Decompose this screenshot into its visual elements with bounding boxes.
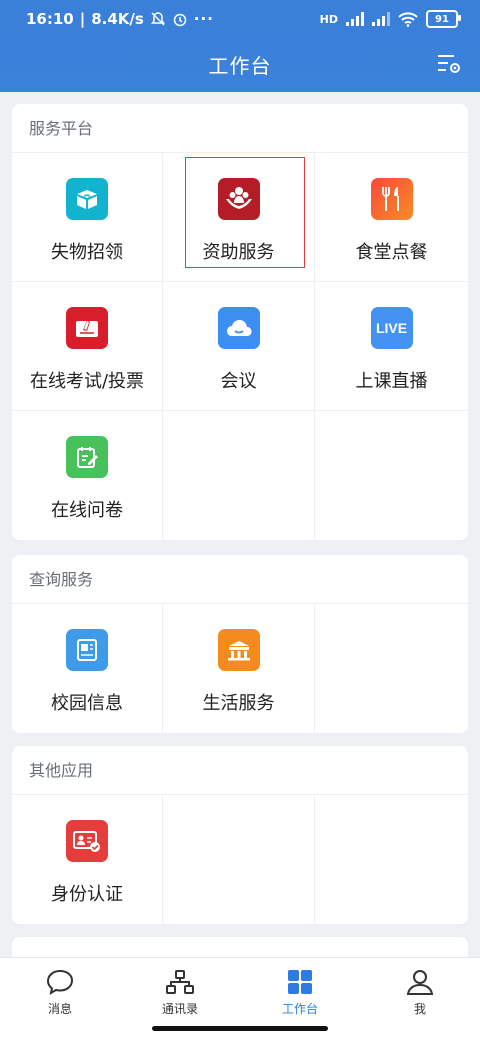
exam-vote-icon xyxy=(66,307,108,349)
page-title: 工作台 xyxy=(208,54,272,78)
network-speed: 8.4K/s xyxy=(91,10,144,28)
hd-indicator: HD xyxy=(319,12,338,26)
workbench-icon xyxy=(288,970,312,994)
exam-vote-item[interactable]: 在线考试/投票 xyxy=(12,282,163,411)
signal-2-icon xyxy=(372,12,390,26)
canteen-order-icon xyxy=(370,178,413,220)
id-verify-icon xyxy=(66,820,108,862)
questionnaire-icon xyxy=(66,436,108,478)
wifi-icon xyxy=(398,11,418,27)
item-label: 失物招领 xyxy=(51,242,123,263)
query-service-section: 查询服务 校园信息 生活服务 xyxy=(12,555,468,733)
more-dots-icon: ··· xyxy=(193,10,214,28)
settings-button[interactable] xyxy=(436,52,462,76)
section-title: 查询服务 xyxy=(12,555,468,604)
empty-cell xyxy=(315,795,468,924)
campus-info-item[interactable]: 校园信息 xyxy=(12,604,163,733)
empty-cell xyxy=(163,795,315,924)
campus-info-icon xyxy=(66,629,108,671)
contacts-icon xyxy=(166,970,194,994)
aid-service-item[interactable]: 资助服务 xyxy=(163,153,315,282)
item-label: 在线考试/投票 xyxy=(29,371,145,392)
signal-icon xyxy=(346,12,364,26)
item-label: 生活服务 xyxy=(202,693,275,714)
other-apps-section: 其他应用 身份认证 xyxy=(12,746,468,924)
app-header: 16:10 | 8.4K/s ··· HD 91 工作台 xyxy=(0,0,480,92)
home-indicator xyxy=(152,1026,328,1031)
lost-found-icon xyxy=(66,178,108,220)
item-label: 会议 xyxy=(220,371,257,392)
profile-icon xyxy=(406,970,434,995)
lost-found-item[interactable]: 失物招领 xyxy=(12,153,163,282)
status-time: 16:10 xyxy=(26,10,74,28)
tab-profile[interactable]: 我 xyxy=(360,958,480,1018)
live-icon: LIVE xyxy=(370,307,413,349)
empty-cell xyxy=(163,411,315,540)
live-class-item[interactable]: LIVE 上课直播 xyxy=(315,282,468,411)
empty-cell xyxy=(315,411,468,540)
item-label: 校园信息 xyxy=(51,693,123,714)
aid-service-icon xyxy=(217,178,260,220)
mute-bell-icon xyxy=(150,12,165,26)
section-title: 其他应用 xyxy=(12,746,468,795)
id-verify-item[interactable]: 身份认证 xyxy=(12,795,163,924)
item-label: 上课直播 xyxy=(355,371,428,392)
status-bar: 16:10 | 8.4K/s ··· HD 91 xyxy=(0,0,480,40)
alarm-icon xyxy=(173,13,187,27)
life-service-icon xyxy=(217,629,260,671)
section-title: 服务平台 xyxy=(12,104,468,153)
item-label: 食堂点餐 xyxy=(355,242,428,263)
tab-contacts[interactable]: 通讯录 xyxy=(120,958,240,1018)
battery-icon: 91 xyxy=(426,10,461,28)
item-label: 在线问卷 xyxy=(51,500,123,521)
canteen-order-item[interactable]: 食堂点餐 xyxy=(315,153,468,282)
meeting-item[interactable]: 会议 xyxy=(163,282,315,411)
questionnaire-item[interactable]: 在线问卷 xyxy=(12,411,163,540)
item-label: 资助服务 xyxy=(202,242,275,263)
tab-workbench[interactable]: 工作台 xyxy=(240,958,360,1018)
message-icon xyxy=(46,969,74,996)
tab-messages[interactable]: 消息 xyxy=(0,958,120,1018)
list-settings-icon xyxy=(438,55,460,73)
life-service-item[interactable]: 生活服务 xyxy=(163,604,315,733)
empty-cell xyxy=(315,604,468,733)
meeting-icon xyxy=(217,307,260,349)
item-label: 身份认证 xyxy=(51,884,123,905)
service-platform-section: 服务平台 失物招领 资助服务 食堂点餐 在线考试/投票 会议 LIVE 上课直播… xyxy=(12,104,468,540)
